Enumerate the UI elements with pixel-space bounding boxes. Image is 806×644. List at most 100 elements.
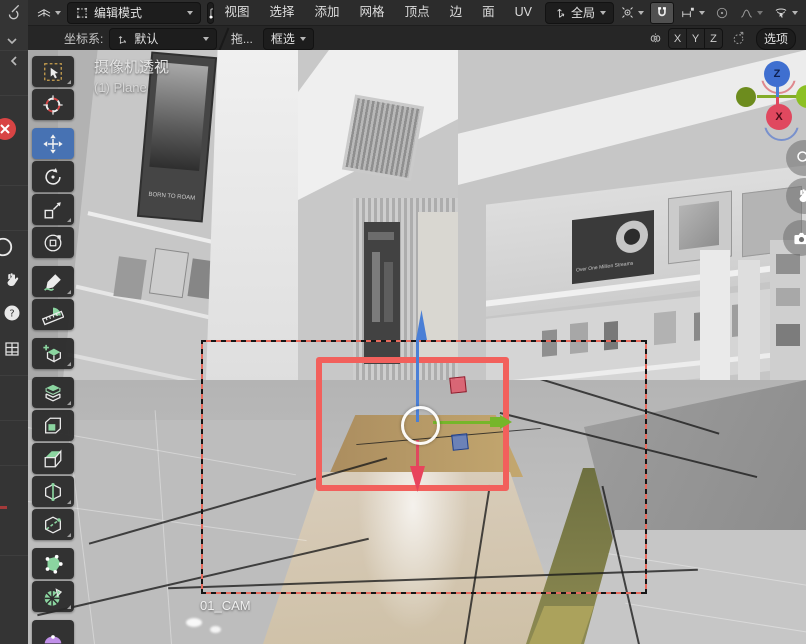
mirror-y-button[interactable]: Y <box>687 29 705 48</box>
scene-right-cabinet <box>770 240 806 385</box>
gizmo-y-axis[interactable] <box>433 421 491 424</box>
active-object-label: (1) Plane <box>94 80 147 95</box>
scene-concrete-floor <box>584 380 806 548</box>
camera-border-top <box>201 340 647 342</box>
camera-border-bottom <box>201 592 647 594</box>
menu-mesh[interactable]: 网格 <box>351 0 394 25</box>
header-row-main: 编辑模式 视图 选择 添加 网格 顶点 边 面 UV 全局 <box>28 0 806 25</box>
active-tool-label: 框选 <box>271 30 295 47</box>
menu-face[interactable]: 面 <box>473 0 504 25</box>
tool-move[interactable] <box>32 128 74 159</box>
scale-icon <box>42 199 64 221</box>
snap-toggle-button[interactable] <box>650 2 674 24</box>
blender-window: { "header": { "editor_icon": "editor-typ… <box>0 0 806 644</box>
vertex-select-button[interactable] <box>208 3 214 23</box>
chevron-down-icon <box>699 11 705 15</box>
annotate-icon <box>42 271 64 293</box>
tool-measure[interactable] <box>32 299 74 330</box>
circle-icon[interactable] <box>0 236 14 258</box>
poster-right-text: Over One Million Streams <box>576 260 636 273</box>
help-icon[interactable]: ? <box>2 303 22 323</box>
gizmo-z-arrowhead[interactable] <box>416 310 427 340</box>
move-icon <box>42 133 64 155</box>
orientation-dropdown[interactable]: 全局 <box>545 2 614 24</box>
mirror-butterfly-icon <box>647 31 664 46</box>
inset-faces-icon <box>42 415 64 437</box>
svg-text:?: ? <box>9 308 14 319</box>
camera-border-left <box>201 340 203 594</box>
tool-select-box[interactable] <box>32 56 74 87</box>
axis-z-label: Z <box>774 68 781 80</box>
orientation-value-dropdown[interactable]: 默认 <box>109 28 217 50</box>
chevron-left-icon[interactable] <box>8 55 20 67</box>
tool-knife[interactable] <box>32 509 74 540</box>
editor-corner-icon[interactable] <box>2 2 22 22</box>
poly-build-icon <box>42 553 64 575</box>
tool-spin[interactable] <box>32 581 74 612</box>
mirror-z-button[interactable]: Z <box>705 29 722 48</box>
tool-cursor[interactable] <box>32 89 74 120</box>
tool-poly-build[interactable] <box>32 548 74 579</box>
measure-icon <box>42 304 64 326</box>
loop-cut-icon <box>42 481 64 503</box>
proportional-editing-button[interactable] <box>711 3 733 23</box>
mode-select-dropdown[interactable]: 编辑模式 <box>67 2 201 24</box>
mirror-toggle[interactable] <box>643 29 668 49</box>
grid-icon[interactable] <box>3 340 21 358</box>
cursor-icon <box>42 94 64 116</box>
chevron-down-icon <box>300 37 306 41</box>
gizmo-plane-handle-blue[interactable] <box>451 433 469 451</box>
tool-add-cube[interactable] <box>32 338 74 369</box>
editor-type-button[interactable] <box>32 3 65 23</box>
chevron-down-icon <box>600 11 606 15</box>
filter-visibility-icon <box>773 5 789 20</box>
snap-target-dropdown[interactable] <box>676 3 709 23</box>
chevron-down-icon <box>638 11 644 15</box>
active-tool-dropdown[interactable]: 框选 <box>263 28 314 50</box>
pivot-point-dropdown[interactable] <box>616 3 648 23</box>
menu-uv[interactable]: UV <box>506 0 541 25</box>
snap-target-icon <box>680 6 696 20</box>
chevron-down-icon[interactable] <box>6 36 18 46</box>
chevron-down-icon <box>757 11 763 15</box>
nav-axis-y-neg-ball[interactable] <box>736 87 756 107</box>
gizmo-y-arrowhead[interactable] <box>490 415 512 429</box>
gizmo-plane-handle-red[interactable] <box>449 376 467 394</box>
tool-annotate[interactable] <box>32 266 74 297</box>
menu-edge[interactable]: 边 <box>441 0 472 25</box>
nav-axis-z-ball[interactable]: Z <box>764 61 790 87</box>
menu-add[interactable]: 添加 <box>306 0 349 25</box>
options-button[interactable]: 选项 <box>756 28 796 50</box>
zoom-icon <box>795 149 806 167</box>
viewport-header: 编辑模式 视图 选择 添加 网格 顶点 边 面 UV 全局 <box>28 0 806 50</box>
tool-scale[interactable] <box>32 194 74 225</box>
scene-tool-rack <box>364 222 400 364</box>
mirror-x-button[interactable]: X <box>669 29 687 48</box>
tool-transform[interactable] <box>32 227 74 258</box>
menu-select[interactable]: 选择 <box>261 0 304 25</box>
chevron-down-icon <box>203 37 209 41</box>
tool-extrude-region[interactable] <box>32 377 74 408</box>
gizmo-center-circle[interactable] <box>401 406 440 445</box>
tool-rotate[interactable] <box>32 161 74 192</box>
axis-x-label: X <box>775 111 782 123</box>
menu-vertex[interactable]: 顶点 <box>396 0 439 25</box>
menu-view[interactable]: 视图 <box>216 0 259 25</box>
falloff-dropdown[interactable] <box>735 3 767 23</box>
hand-icon[interactable] <box>3 270 21 290</box>
tool-smooth[interactable] <box>32 620 74 644</box>
snap-base-button[interactable] <box>727 29 750 49</box>
viewport-3d[interactable]: BORN TO ROAM Over One Million Streams <box>28 50 806 644</box>
gizmo-x-arrowhead[interactable] <box>410 466 425 492</box>
chevron-down-icon <box>187 11 193 15</box>
tool-loop-cut[interactable] <box>32 476 74 507</box>
drag-button[interactable]: 拖... <box>231 30 253 47</box>
close-x-icon[interactable] <box>0 117 17 141</box>
bevel-icon <box>42 448 64 470</box>
poster-left-text: BORN TO ROAM <box>143 191 201 202</box>
nav-axis-x-ball[interactable]: X <box>766 104 792 130</box>
tool-inset-faces[interactable] <box>32 410 74 441</box>
tool-bevel[interactable] <box>32 443 74 474</box>
orientation-settings-label: 坐标系: <box>64 30 103 47</box>
show-gizmo-filter-button[interactable] <box>769 3 802 23</box>
